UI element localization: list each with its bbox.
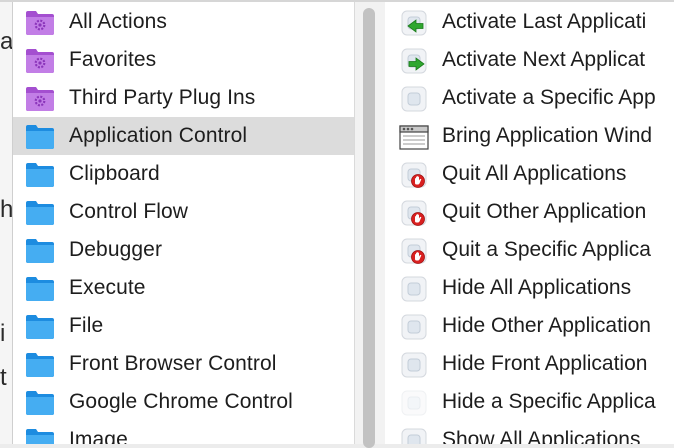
- category-item[interactable]: Execute: [13, 269, 355, 307]
- background-text-fragment: i: [0, 320, 6, 347]
- category-item[interactable]: Google Chrome Control: [13, 383, 355, 421]
- action-item[interactable]: Quit All Applications: [385, 155, 674, 193]
- app-with-green-left-arrow-icon: [399, 9, 429, 37]
- category-item[interactable]: Favorites: [13, 41, 355, 79]
- category-label: Image: [69, 428, 128, 444]
- action-item[interactable]: Hide Other Application: [385, 307, 674, 345]
- app-with-red-stop-icon: [399, 199, 429, 227]
- app-icon: [399, 85, 429, 113]
- category-item[interactable]: Front Browser Control: [13, 345, 355, 383]
- purple-gear-folder-icon: [25, 84, 55, 112]
- category-label: Control Flow: [69, 200, 189, 223]
- blue-folder-icon: [25, 388, 55, 416]
- category-label: Execute: [69, 276, 146, 299]
- action-label: Quit Other Application: [442, 200, 647, 223]
- action-label: Show All Applications: [442, 428, 641, 444]
- category-label: Application Control: [69, 124, 248, 147]
- action-item[interactable]: Hide All Applications: [385, 269, 674, 307]
- category-item[interactable]: Third Party Plug Ins: [13, 79, 355, 117]
- category-label: Google Chrome Control: [69, 390, 293, 413]
- action-item[interactable]: Activate Last Applicati: [385, 3, 674, 41]
- category-label: Favorites: [69, 48, 157, 71]
- window-icon: [399, 123, 429, 151]
- action-item[interactable]: Quit Other Application: [385, 193, 674, 231]
- action-label: Bring Application Wind: [442, 124, 653, 147]
- app-icon: [399, 351, 429, 379]
- category-scrollbar-thumb[interactable]: [363, 8, 375, 448]
- app-with-red-stop-icon: [399, 161, 429, 189]
- category-list[interactable]: All Actions Favorites Third Party Plug I…: [12, 0, 355, 444]
- purple-gear-folder-icon: [25, 46, 55, 74]
- action-label: Hide Other Application: [442, 314, 651, 337]
- action-item[interactable]: Quit a Specific Applica: [385, 231, 674, 269]
- category-label: All Actions: [69, 10, 167, 33]
- action-label: Hide a Specific Applica: [442, 390, 656, 413]
- category-label: Front Browser Control: [69, 352, 277, 375]
- blue-folder-icon: [25, 312, 55, 340]
- app-icon: [399, 275, 429, 303]
- action-item[interactable]: Activate a Specific App: [385, 79, 674, 117]
- action-label: Quit a Specific Applica: [442, 238, 651, 261]
- blue-folder-icon: [25, 426, 55, 444]
- pane-splitter[interactable]: [354, 0, 386, 448]
- action-list[interactable]: Activate Last Applicati Activate Next Ap…: [385, 0, 674, 444]
- blue-folder-icon: [25, 274, 55, 302]
- faded-app-icon: [399, 389, 429, 417]
- action-label: Hide Front Application: [442, 352, 648, 375]
- action-item[interactable]: Bring Application Wind: [385, 117, 674, 155]
- action-label: Activate Next Applicat: [442, 48, 646, 71]
- app-icon: [399, 313, 429, 341]
- category-item[interactable]: Control Flow: [13, 193, 355, 231]
- action-label: Activate Last Applicati: [442, 10, 647, 33]
- purple-gear-folder-icon: [25, 8, 55, 36]
- blue-folder-icon: [25, 122, 55, 150]
- category-item[interactable]: All Actions: [13, 3, 355, 41]
- blue-folder-icon: [25, 160, 55, 188]
- category-label: Third Party Plug Ins: [69, 86, 256, 109]
- app-with-red-stop-icon: [399, 237, 429, 265]
- blue-folder-icon: [25, 198, 55, 226]
- blue-folder-icon: [25, 350, 55, 378]
- category-item[interactable]: File: [13, 307, 355, 345]
- category-label: Clipboard: [69, 162, 160, 185]
- app-with-green-right-arrow-icon: [399, 47, 429, 75]
- category-label: Debugger: [69, 238, 163, 261]
- blue-folder-icon: [25, 236, 55, 264]
- app-icon: [399, 427, 429, 444]
- category-item[interactable]: Image: [13, 421, 355, 444]
- background-text-fragment: t: [0, 364, 7, 391]
- action-label: Activate a Specific App: [442, 86, 656, 109]
- category-label: File: [69, 314, 104, 337]
- action-label: Quit All Applications: [442, 162, 627, 185]
- category-item[interactable]: Application Control: [13, 117, 355, 155]
- category-item[interactable]: Clipboard: [13, 155, 355, 193]
- action-item[interactable]: Activate Next Applicat: [385, 41, 674, 79]
- category-item[interactable]: Debugger: [13, 231, 355, 269]
- action-item[interactable]: Hide a Specific Applica: [385, 383, 674, 421]
- top-divider: [0, 0, 674, 2]
- action-item[interactable]: Hide Front Application: [385, 345, 674, 383]
- action-item[interactable]: Show All Applications: [385, 421, 674, 444]
- action-label: Hide All Applications: [442, 276, 632, 299]
